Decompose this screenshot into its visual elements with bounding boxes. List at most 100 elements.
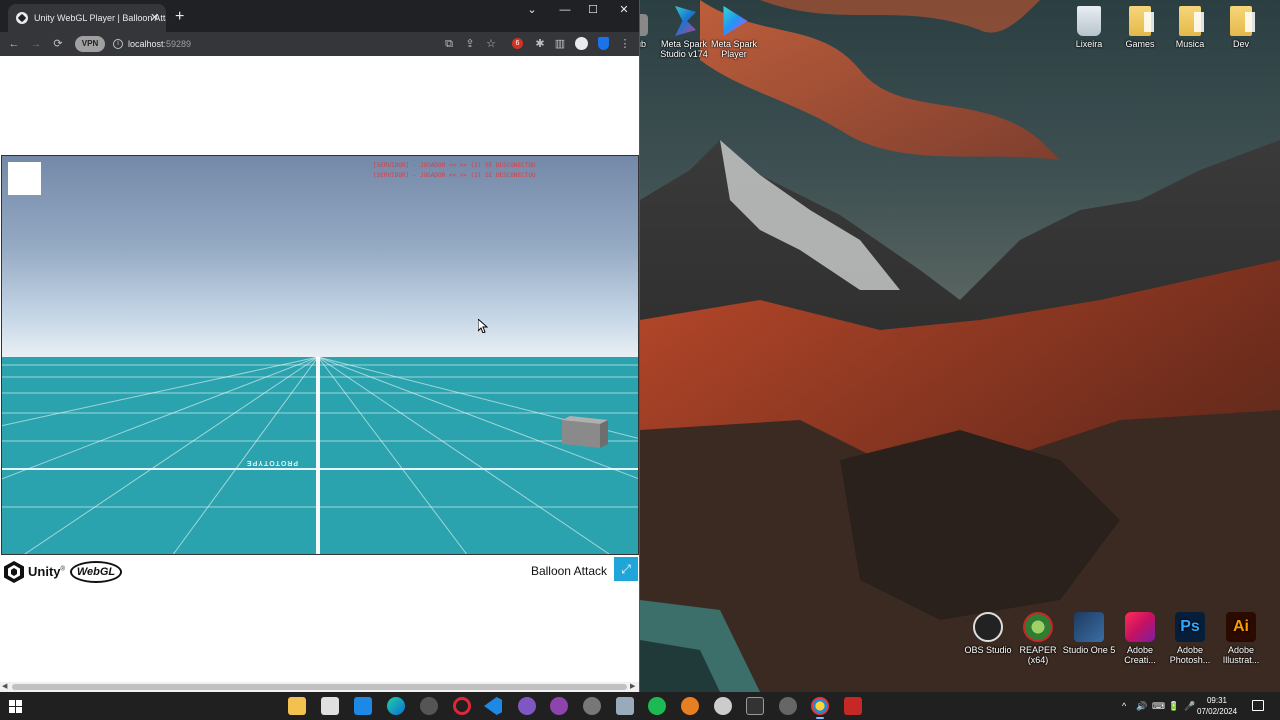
extensions-puzzle-icon[interactable]: ✱ <box>532 36 548 52</box>
vscode-icon[interactable] <box>484 697 502 715</box>
server-log: [SERVIDOR] - JOGADOR << >> (2) SE DESCON… <box>373 161 536 181</box>
forward-button[interactable]: → <box>28 36 44 52</box>
game-ground: PROTOTYPE <box>2 357 638 554</box>
desktop-icon-label: Studio One 5 <box>1062 645 1116 655</box>
web-page: PROTOTYPE [SERVIDOR] - JOGADOR << >> (2)… <box>0 56 639 692</box>
mail-icon[interactable] <box>354 697 372 715</box>
photoshop-icon: Ps <box>1175 612 1205 642</box>
microphone-icon[interactable]: 🎤 <box>1184 692 1195 720</box>
unity-editor-icon[interactable] <box>779 697 797 715</box>
folder-icon <box>1179 6 1204 36</box>
desktop-icon-label: Meta Spark Player <box>710 39 758 59</box>
new-tab-button[interactable]: + <box>175 4 184 30</box>
scrollbar-thumb[interactable] <box>12 684 627 690</box>
horizontal-scrollbar[interactable]: ◀ ▶ <box>0 682 639 692</box>
unity-icon[interactable] <box>583 697 601 715</box>
tab-unity-webgl[interactable]: Unity WebGL Player | Balloon Attack <box>8 4 166 32</box>
shield-extension-icon[interactable] <box>598 37 609 50</box>
unity-favicon-icon <box>16 12 28 24</box>
keyboard-icon[interactable]: ⌨ <box>1152 692 1165 720</box>
browser-toolbar: ← → ⟳ VPN i localhost:59289 ⧉ ⇪ ☆ 6 ✱ ▥ … <box>0 32 639 56</box>
meta-spark-studio-icon <box>675 6 696 36</box>
url-host: localhost <box>128 39 164 49</box>
scroll-left-arrow-icon[interactable]: ◀ <box>2 682 7 692</box>
discord-icon[interactable] <box>518 697 536 715</box>
tab-title: Unity WebGL Player | Balloon Attack <box>34 13 166 23</box>
unity-logo-icon <box>4 561 24 583</box>
ground-grid <box>2 357 638 554</box>
desktop-icon-illustrator[interactable]: Ai Adobe Illustrat... <box>1211 612 1271 665</box>
desktop-icon-dev[interactable]: Dev <box>1211 6 1271 49</box>
desktop-icon-label: Musica <box>1175 39 1205 49</box>
address-bar[interactable]: localhost:59289 <box>128 36 191 52</box>
webgl-logo: WebGL <box>70 561 122 583</box>
app-icon[interactable] <box>616 697 634 715</box>
unity-trademark: ® <box>60 566 65 573</box>
grey-cube <box>562 416 608 448</box>
browser-window: Unity WebGL Player | Balloon Attack ✕ + … <box>0 0 640 692</box>
tray-overflow-icon[interactable]: ^ <box>1122 692 1126 720</box>
desktop-icon-label: REAPER (x64) <box>1019 645 1057 665</box>
tab-strip: Unity WebGL Player | Balloon Attack ✕ + … <box>0 0 639 32</box>
close-window-button[interactable]: ✕ <box>609 0 639 20</box>
desktop-icon-label: Games <box>1125 39 1155 49</box>
unity-hub-icon[interactable] <box>420 697 438 715</box>
tab-close-icon[interactable]: ✕ <box>150 4 159 32</box>
desktop-icon-label: Dev <box>1232 39 1249 49</box>
chrome-icon[interactable] <box>811 697 829 719</box>
tab-search-icon[interactable]: ⌄ <box>517 0 547 20</box>
back-button[interactable]: ← <box>6 36 22 52</box>
desktop-icon-label: Adobe Creati... <box>1124 645 1156 665</box>
desktop-icon-label: OBS Studio <box>964 645 1012 655</box>
desktop-icon-meta-spark-player[interactable]: Meta Spark Player <box>704 6 764 59</box>
battery-icon[interactable]: 🔋 <box>1168 692 1179 720</box>
mouse-cursor-icon <box>478 319 488 333</box>
edge-icon[interactable] <box>387 697 405 715</box>
desktop-icon-label: Adobe Photosh... <box>1169 645 1211 665</box>
site-info-icon[interactable]: i <box>113 39 123 49</box>
maximize-button[interactable]: ☐ <box>578 0 608 20</box>
log-line: [SERVIDOR] - JOGADOR << >> (2) SE DESCON… <box>373 162 536 169</box>
obs-icon <box>973 612 1003 642</box>
volume-icon[interactable]: 🔊 <box>1136 692 1147 720</box>
translate-icon[interactable]: ⧉ <box>441 36 457 52</box>
log-line: [SERVIDOR] - JOGADOR << >> (2) SE DESCON… <box>373 172 536 179</box>
github-desktop-icon[interactable] <box>550 697 568 715</box>
folder-icon <box>1230 6 1255 36</box>
minimize-button[interactable]: — <box>550 0 580 20</box>
profile-avatar[interactable] <box>575 37 588 50</box>
clock-date: 07/02/2024 <box>1197 707 1238 716</box>
unity-game-canvas[interactable]: PROTOTYPE [SERVIDOR] - JOGADOR << >> (2)… <box>1 155 639 555</box>
file-explorer-icon[interactable] <box>288 697 306 715</box>
extension-badge-icon[interactable]: 6 <box>512 38 523 49</box>
unity-footer: Unity® WebGL Balloon Attack ⤢ <box>0 556 639 592</box>
spotify-icon[interactable] <box>648 697 666 715</box>
microsoft-store-icon[interactable] <box>321 697 339 715</box>
acrobat-icon[interactable] <box>844 697 862 715</box>
unity-label: Unity <box>28 564 61 579</box>
creative-cloud-icon <box>1125 612 1155 642</box>
notification-icon[interactable] <box>1252 700 1264 711</box>
windows-taskbar: ^ 🔊 ⌨ 🔋 🎤 09:31 07/02/2024 <box>0 692 1280 720</box>
studio-one-icon <box>1074 612 1104 642</box>
vpn-button[interactable]: VPN <box>75 36 105 52</box>
desktop-icon-label: Meta Spark Studio v174 <box>660 39 708 59</box>
browser-menu-icon[interactable]: ⋮ <box>617 36 633 52</box>
desktop-icon-label: Lixeira <box>1075 39 1103 49</box>
app-icon[interactable] <box>714 697 732 715</box>
side-panel-icon[interactable]: ▥ <box>552 36 568 52</box>
reload-button[interactable]: ⟳ <box>50 36 66 52</box>
bookmark-star-icon[interactable]: ☆ <box>483 36 499 52</box>
illustrator-icon: Ai <box>1226 612 1256 642</box>
opera-icon[interactable] <box>453 697 471 715</box>
system-clock[interactable]: 09:31 07/02/2024 <box>1197 695 1237 717</box>
share-icon[interactable]: ⇪ <box>462 36 478 52</box>
terminal-icon[interactable] <box>746 697 764 715</box>
folder-icon <box>1129 6 1154 36</box>
windows-start-icon[interactable] <box>9 700 22 713</box>
game-title: Balloon Attack <box>530 564 607 578</box>
fullscreen-button[interactable]: ⤢ <box>614 557 638 581</box>
blender-icon[interactable] <box>681 697 699 715</box>
scroll-right-arrow-icon[interactable]: ▶ <box>630 682 635 692</box>
url-port: :59289 <box>163 39 192 49</box>
